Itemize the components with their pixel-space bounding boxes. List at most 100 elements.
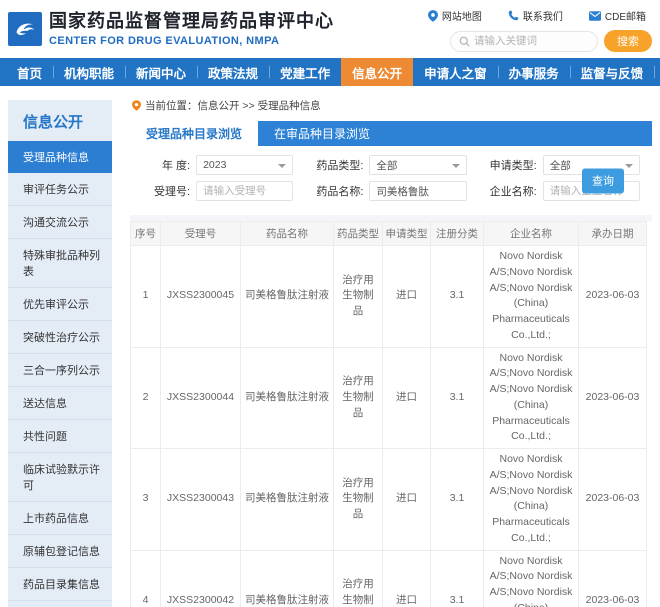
main-nav: 首页 机构职能 新闻中心 政策法规 党建工作 信息公开 申请人之窗 办事服务 监…: [0, 58, 660, 86]
main-panel: 当前位置：信息公开 >> 受理品种信息 受理品种目录浏览 在审品种目录浏览 年 …: [130, 86, 652, 607]
breadcrumb: 当前位置：信息公开 >> 受理品种信息: [130, 86, 652, 121]
cell-acceptance-no: JXSS2300044: [161, 347, 241, 449]
contact-link[interactable]: 联系我们: [508, 8, 563, 23]
cell-drug-type: 治疗用生物制品: [334, 550, 383, 607]
filter-row-2: 受理号: 药品名称: 企业名称:: [132, 181, 652, 201]
nav-item[interactable]: 首页: [6, 58, 53, 86]
cell-company: Novo Nordisk A/S;Novo Nordisk A/S;Novo N…: [484, 347, 579, 449]
table-column-header: 序号: [131, 222, 161, 246]
nav-item[interactable]: 监督与反馈: [570, 58, 655, 86]
year-value: 2023: [203, 159, 226, 171]
table-row[interactable]: 1 JXSS2300045 司美格鲁肽注射液 治疗用生物制品 进口 3.1 No…: [131, 246, 647, 348]
sidebar-item[interactable]: 三合一序列公示: [8, 354, 112, 387]
cell-date: 2023-06-03: [579, 347, 647, 449]
location-pin-icon: [428, 10, 438, 22]
cell-company: Novo Nordisk A/S;Novo Nordisk A/S;Novo N…: [484, 449, 579, 551]
location-pin-icon: [132, 100, 141, 111]
search-input[interactable]: [474, 35, 589, 47]
cell-apply-type: 进口: [383, 449, 431, 551]
sidebar-item[interactable]: 沟通交流公示: [8, 206, 112, 239]
drug-name-field: [369, 181, 466, 201]
cell-drug-type: 治疗用生物制品: [334, 347, 383, 449]
utility-links: 网站地图 联系我们 CDE邮箱: [428, 8, 646, 23]
cell-drug-name: 司美格鲁肽注射液: [241, 246, 334, 348]
acceptance-no-input[interactable]: [203, 185, 286, 197]
cell-reg-class: 3.1: [431, 246, 484, 348]
cde-logo-icon: [8, 12, 42, 46]
site-title: 国家药品监督管理局药品审评中心: [49, 11, 334, 33]
table-column-header: 受理号: [161, 222, 241, 246]
sitemap-link[interactable]: 网站地图: [428, 8, 482, 23]
cell-drug-name: 司美格鲁肽注射液: [241, 449, 334, 551]
sidebar-item[interactable]: 重点工作: [8, 601, 112, 607]
cell-acceptance-no: JXSS2300043: [161, 449, 241, 551]
year-label: 年 度:: [132, 157, 190, 173]
cell-drug-type: 治疗用生物制品: [334, 246, 383, 348]
tab-bar: 受理品种目录浏览 在审品种目录浏览: [130, 121, 652, 146]
table-row[interactable]: 3 JXSS2300043 司美格鲁肽注射液 治疗用生物制品 进口 3.1 No…: [131, 449, 647, 551]
sidebar-list: 受理品种信息 审评任务公示 沟通交流公示 特殊审批品种列表 优先审评公示 突破性…: [8, 141, 112, 607]
sidebar-item[interactable]: 上市药品信息: [8, 502, 112, 535]
phone-icon: [508, 10, 519, 21]
sidebar-item[interactable]: 优先审评公示: [8, 288, 112, 321]
cell-company: Novo Nordisk A/S;Novo Nordisk A/S;Novo N…: [484, 246, 579, 348]
apply-type-label: 申请类型:: [479, 157, 537, 173]
site-header: 国家药品监督管理局药品审评中心 CENTER FOR DRUG EVALUATI…: [0, 0, 660, 58]
sidebar-item[interactable]: 审评任务公示: [8, 173, 112, 206]
nav-item[interactable]: 办事服务: [498, 58, 570, 86]
table-column-header: 药品类型: [334, 222, 383, 246]
apply-type-value: 全部: [550, 158, 571, 173]
cell-reg-class: 3.1: [431, 449, 484, 551]
cell-apply-type: 进口: [383, 347, 431, 449]
chevron-down-icon: [278, 164, 286, 168]
cell-seq: 2: [131, 347, 161, 449]
cell-acceptance-no: JXSS2300042: [161, 550, 241, 607]
table-column-header: 注册分类: [431, 222, 484, 246]
table-row[interactable]: 2 JXSS2300044 司美格鲁肽注射液 治疗用生物制品 进口 3.1 No…: [131, 347, 647, 449]
drug-type-select[interactable]: 全部: [369, 155, 466, 175]
drug-name-label: 药品名称:: [305, 183, 363, 199]
sidebar-item[interactable]: 受理品种信息: [8, 141, 112, 173]
year-select[interactable]: 2023: [196, 155, 293, 175]
tab-accepted-catalog[interactable]: 受理品种目录浏览: [130, 121, 258, 146]
nav-item[interactable]: 政策法规: [197, 58, 269, 86]
nav-item[interactable]: 党建工作: [269, 58, 341, 86]
sidebar-title: 信息公开: [8, 100, 112, 141]
search-icon: [459, 36, 470, 47]
sidebar-item[interactable]: 送达信息: [8, 387, 112, 420]
sidebar-item[interactable]: 特殊审批品种列表: [8, 239, 112, 288]
nav-item[interactable]: 登记备案平台: [654, 58, 660, 86]
table-column-header: 药品名称: [241, 222, 334, 246]
sidebar-item[interactable]: 药品目录集信息: [8, 568, 112, 601]
breadcrumb-text: 当前位置：信息公开 >> 受理品种信息: [145, 98, 321, 113]
sidebar-item[interactable]: 突破性治疗公示: [8, 321, 112, 354]
query-button[interactable]: 查询: [582, 168, 624, 193]
nav-item[interactable]: 新闻中心: [125, 58, 197, 86]
table-row[interactable]: 4 JXSS2300042 司美格鲁肽注射液 治疗用生物制品 进口 3.1 No…: [131, 550, 647, 607]
cell-seq: 4: [131, 550, 161, 607]
page: 国家药品监督管理局药品审评中心 CENTER FOR DRUG EVALUATI…: [0, 0, 660, 607]
content: 信息公开 受理品种信息 审评任务公示 沟通交流公示 特殊审批品种列表 优先审评公…: [0, 86, 660, 607]
contact-label: 联系我们: [523, 8, 563, 23]
brand: 国家药品监督管理局药品审评中心 CENTER FOR DRUG EVALUATI…: [8, 11, 334, 47]
drug-name-input[interactable]: [376, 185, 459, 197]
brand-text: 国家药品监督管理局药品审评中心 CENTER FOR DRUG EVALUATI…: [49, 11, 334, 47]
cell-date: 2023-06-03: [579, 449, 647, 551]
cell-company: Novo Nordisk A/S;Novo Nordisk A/S;Novo N…: [484, 550, 579, 607]
cell-apply-type: 进口: [383, 550, 431, 607]
site-subtitle: CENTER FOR DRUG EVALUATION, NMPA: [49, 35, 334, 47]
sidebar-item[interactable]: 临床试验默示许可: [8, 453, 112, 502]
mail-icon: [589, 11, 601, 21]
acceptance-no-label: 受理号:: [132, 183, 190, 199]
tab-under-review-catalog[interactable]: 在审品种目录浏览: [258, 121, 386, 146]
sidebar-item[interactable]: 原辅包登记信息: [8, 535, 112, 568]
nav-item[interactable]: 机构职能: [53, 58, 125, 86]
sidebar-item[interactable]: 共性问题: [8, 420, 112, 453]
cell-drug-name: 司美格鲁肽注射液: [241, 550, 334, 607]
nav-item[interactable]: 申请人之窗: [413, 58, 498, 86]
search-button[interactable]: 搜索: [604, 30, 652, 52]
acceptance-no-field: [196, 181, 293, 201]
nav-item[interactable]: 信息公开: [341, 58, 413, 86]
cde-mail-label: CDE邮箱: [605, 8, 646, 23]
cde-mail-link[interactable]: CDE邮箱: [589, 8, 646, 23]
